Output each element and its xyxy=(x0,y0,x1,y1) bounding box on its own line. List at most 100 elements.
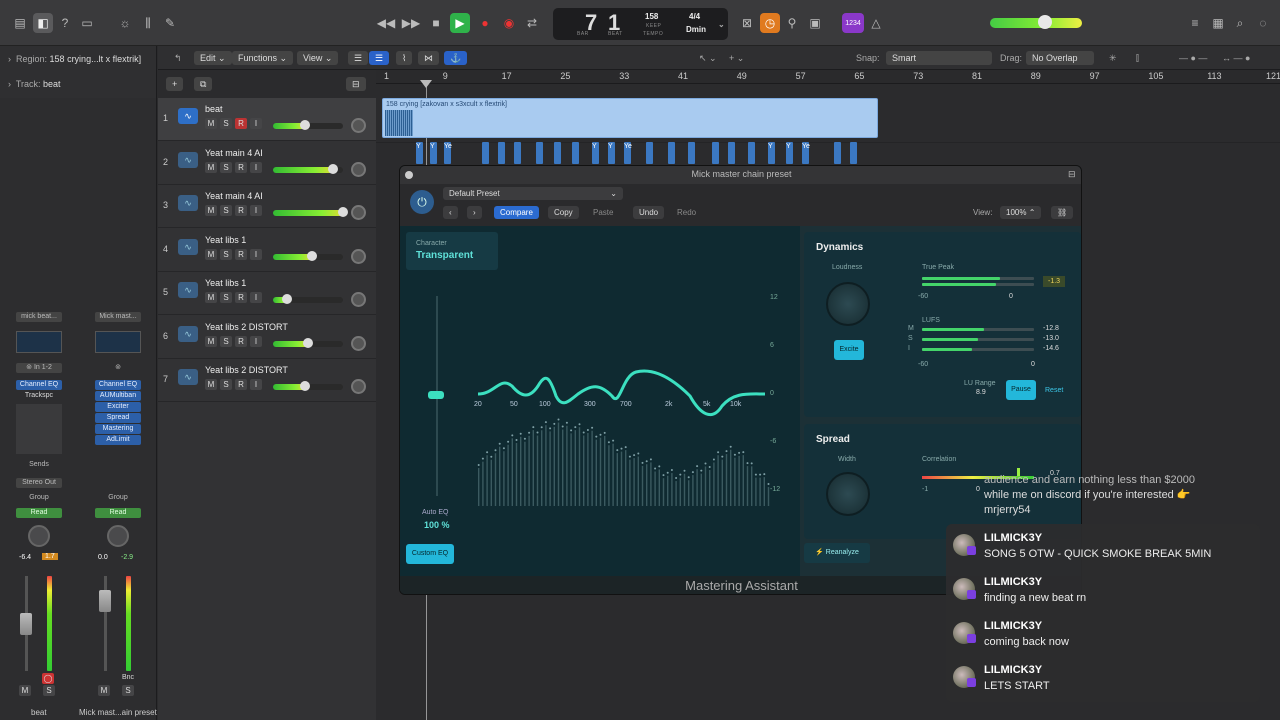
track-pan-knob[interactable] xyxy=(351,248,366,264)
previous-preset-icon[interactable]: ‹ xyxy=(443,206,458,219)
solo-button[interactable]: S xyxy=(43,685,55,696)
fx-slot-6[interactable]: AdLimit xyxy=(95,435,141,445)
audio-region-beat[interactable]: 158 crying [zakovan x s3xcult x flextrik… xyxy=(382,98,878,138)
track-volume-slider[interactable] xyxy=(273,381,343,391)
audio-region[interactable] xyxy=(728,142,735,164)
track-input-monitor-button[interactable]: I xyxy=(250,248,262,260)
track-mute-button[interactable]: M xyxy=(205,292,217,303)
mixer-icon[interactable]: ⫼ xyxy=(138,13,158,33)
track-pan-knob[interactable] xyxy=(351,161,366,177)
eq-thumbnail[interactable] xyxy=(95,331,141,353)
track-record-button[interactable]: R xyxy=(235,118,247,129)
track-volume-slider[interactable] xyxy=(273,163,343,174)
track-info[interactable]: › Track: beat xyxy=(8,79,61,89)
link-icon[interactable]: ⊚ xyxy=(95,363,141,373)
reanalyze-button[interactable]: ⚡ Reanalyze xyxy=(804,543,870,563)
toolbar-icon[interactable]: ▭ xyxy=(77,13,97,33)
track-record-button[interactable]: R xyxy=(235,205,247,216)
audio-region[interactable] xyxy=(668,142,675,164)
view-menu[interactable]: View ⌄ xyxy=(297,51,339,65)
group-slot[interactable]: Group xyxy=(95,493,141,503)
fx-slot-1[interactable]: Channel EQ xyxy=(16,380,62,390)
track-volume-knob[interactable] xyxy=(299,120,310,130)
track-mute-button[interactable]: M xyxy=(205,379,217,390)
smart-controls-icon[interactable]: ☼ xyxy=(115,13,135,33)
next-preset-icon[interactable]: › xyxy=(467,206,482,219)
play-icon[interactable]: ▶ xyxy=(450,13,470,33)
plugin-titlebar[interactable]: Mick master chain preset ⊟ xyxy=(400,166,1081,184)
audio-region[interactable] xyxy=(498,142,505,164)
excite-button[interactable]: Excite xyxy=(834,340,864,360)
fx-slot-2[interactable]: Trackspc xyxy=(16,391,62,401)
master-volume-knob[interactable] xyxy=(1038,15,1052,29)
track-input-monitor-button[interactable]: I xyxy=(250,292,262,303)
track-volume-slider[interactable] xyxy=(273,294,343,304)
track-row[interactable]: 3 ∿ Yeat main 4 AI M S R I xyxy=(158,185,376,228)
capture-recording-icon[interactable]: ◉ xyxy=(499,13,519,33)
catch-icon[interactable]: ⚓ xyxy=(444,51,468,65)
cycle-icon[interactable]: ⇄ xyxy=(522,13,542,33)
track-mute-button[interactable]: M xyxy=(205,118,217,129)
track-record-button[interactable]: R xyxy=(235,379,247,390)
audio-region[interactable] xyxy=(482,142,489,164)
track-input-monitor-button[interactable]: I xyxy=(250,335,262,347)
track-volume-knob[interactable] xyxy=(282,294,292,304)
fx-slot-4[interactable]: Spread xyxy=(95,413,141,423)
track-volume-knob[interactable] xyxy=(338,207,348,217)
track-input-monitor-button[interactable]: I xyxy=(250,161,262,173)
track-volume-slider[interactable] xyxy=(273,250,343,261)
link-icon[interactable]: ⛓ xyxy=(1051,206,1074,219)
tracks-view-icon[interactable]: ☰ xyxy=(369,51,390,65)
fx-slot-2[interactable]: AUMultiban xyxy=(95,391,141,401)
notepad-icon[interactable]: ▦ xyxy=(1208,13,1228,33)
loudness-knob[interactable] xyxy=(826,282,870,326)
custom-eq-button[interactable]: Custom EQ xyxy=(406,544,454,564)
list-view-icon[interactable]: ☰ xyxy=(348,51,369,65)
track-pan-knob[interactable] xyxy=(351,292,366,307)
back-arrow-icon[interactable]: ↰ xyxy=(168,51,188,65)
track-solo-button[interactable]: S xyxy=(220,335,232,347)
flex-icon[interactable]: ⋈ xyxy=(418,51,439,65)
stop-icon[interactable]: ■ xyxy=(426,13,446,33)
vertical-zoom-slider[interactable]: — ● — xyxy=(1173,51,1213,65)
track-row[interactable]: 5 ∿ Yeat libs 1 MSRI xyxy=(158,272,376,315)
track-input-monitor-button[interactable]: I xyxy=(250,118,262,129)
audio-region[interactable] xyxy=(536,142,543,164)
plugin-window-icon[interactable]: ⊟ xyxy=(1068,169,1076,180)
edit-menu[interactable]: Edit ⌄ xyxy=(194,51,232,65)
automation-icon[interactable]: ⌇ xyxy=(396,51,413,65)
track-volume-knob[interactable] xyxy=(306,250,317,261)
redo-button[interactable]: Redo xyxy=(671,206,702,219)
fx-slot-5[interactable]: Mastering xyxy=(95,424,141,434)
add-track-button[interactable]: + xyxy=(166,77,184,91)
input-slot[interactable]: ⊚ In 1-2 xyxy=(16,363,62,373)
setting-slot[interactable]: Mick mast... xyxy=(95,312,141,322)
waveform-zoom-icon[interactable]: ✳ xyxy=(1103,51,1123,65)
bounce-button[interactable]: Bnc xyxy=(122,674,134,681)
track-volume-knob[interactable] xyxy=(327,163,338,174)
track-solo-button[interactable]: S xyxy=(220,118,232,129)
paste-button[interactable]: Paste xyxy=(587,206,619,219)
track-mute-button[interactable]: M xyxy=(205,335,217,347)
track-volume-slider[interactable] xyxy=(273,120,343,130)
audio-region[interactable] xyxy=(554,142,561,164)
track-solo-button[interactable]: S xyxy=(220,379,232,390)
track-row[interactable]: 2 ∿ Yeat main 4 AI M S R I xyxy=(158,142,376,185)
track-row[interactable]: 1 ∿ beat M S R I xyxy=(158,98,376,141)
output-slot[interactable]: Stereo Out xyxy=(16,478,62,488)
record-icon[interactable]: ● xyxy=(475,13,495,33)
copy-button[interactable]: Copy xyxy=(548,206,579,219)
track-pan-knob[interactable] xyxy=(351,205,366,220)
audio-region[interactable] xyxy=(646,142,653,164)
eq-thumbnail[interactable] xyxy=(16,331,62,353)
editors-icon[interactable]: ✎ xyxy=(160,13,180,33)
fx-slot-1[interactable]: Channel EQ xyxy=(95,380,141,390)
mute-button[interactable]: M xyxy=(19,685,31,696)
tuner-icon[interactable]: ⚲ xyxy=(782,13,802,33)
master-volume-slider[interactable] xyxy=(990,15,1082,29)
browser-search-icon[interactable]: ⌕ xyxy=(1230,13,1250,33)
width-knob[interactable] xyxy=(826,472,870,516)
audio-region[interactable] xyxy=(850,142,857,164)
secondary-tool-icon[interactable]: + ⌄ xyxy=(723,51,750,65)
track-record-button[interactable]: R xyxy=(235,335,247,347)
